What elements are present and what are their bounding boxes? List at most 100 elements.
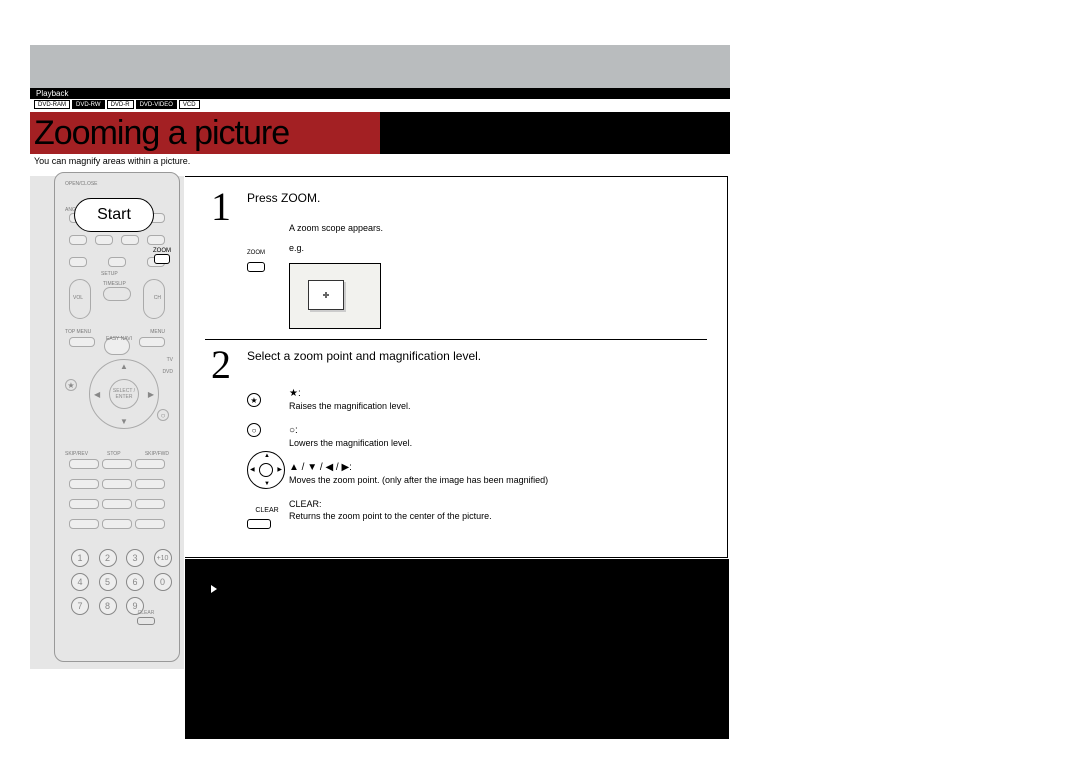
rc-easynavi-l: EASY NAVI: [105, 337, 133, 342]
clear-mini-label: CLEAR: [255, 507, 278, 514]
remote-panel: OPEN/CLOSE ANGLE SUBTITLE: [30, 176, 184, 669]
step-divider: [205, 339, 707, 340]
rc-dvd-l: DVD: [162, 369, 173, 375]
rc-openclose: OPEN/CLOSE: [65, 181, 98, 187]
rc-slowrev: [69, 519, 99, 529]
rc-pill: [69, 235, 87, 245]
rc-numpad: 1 2 3 +10 4 5 6 0 7 8 9: [71, 549, 177, 615]
rc-zoom-button-icon: [154, 254, 170, 264]
rc-circ: ○: [157, 409, 169, 421]
arrow-left-icon: ◀: [94, 390, 100, 399]
star-text: Raises the magnification level.: [289, 401, 411, 411]
dpad-icon: ▲▼◀▶: [247, 451, 285, 489]
rc-num-plus10: +10: [154, 549, 172, 567]
rc-num-4: 4: [71, 573, 89, 591]
header-gray-band: [30, 45, 730, 88]
tag-dvdram: DVD-RAM: [34, 100, 70, 109]
step-1: 1 Press ZOOM.: [211, 187, 707, 227]
step-1-title: Press ZOOM.: [247, 187, 707, 205]
rc-skipfwd-l: SKIP/FWD: [145, 451, 169, 457]
rc-num-5: 5: [99, 573, 117, 591]
rc-skiprev: [69, 459, 99, 469]
circ-text: Lowers the magnification level.: [289, 438, 412, 448]
step-2-title: Select a zoom point and magnification le…: [247, 345, 707, 363]
instruction-panel: 1 Press ZOOM. A zoom scope appears. ZOOM…: [185, 176, 728, 558]
rc-zoom-callout: ZOOM: [150, 248, 174, 264]
tv-frame-icon: [289, 263, 381, 329]
media-tags: DVD-RAM DVD-RW DVD-R DVD-VIDEO VCD: [34, 100, 200, 109]
remote-outline: OPEN/CLOSE ANGLE SUBTITLE: [54, 172, 180, 662]
arrows-text: Moves the zoom point. (only after the im…: [289, 475, 548, 485]
rc-tv-l: TV: [167, 357, 173, 363]
section-label: Playback: [36, 89, 68, 98]
notes-arrow-icon: [211, 585, 217, 593]
rc-fwd: [135, 479, 165, 489]
rc-num-6: 6: [126, 573, 144, 591]
step-2-icons: ★ ○ ▲▼◀▶ CLEAR: [247, 387, 287, 529]
tv-scope-icon: [308, 280, 344, 310]
rc-dpad: SELECT / ENTER ▲ ▼ ◀ ▶: [89, 359, 159, 429]
tag-dvdvideo: DVD-VIDEO: [136, 100, 177, 109]
clear-label: CLEAR:: [289, 499, 322, 509]
rc-rev: [69, 479, 99, 489]
rc-pill: [108, 257, 126, 267]
rc-vol-label: VOL: [73, 295, 83, 301]
rc-ch-label: CH: [154, 295, 161, 301]
rc-chpdivide: [135, 519, 165, 529]
header-strip: [30, 88, 730, 99]
arrow-right-icon: ▶: [148, 390, 154, 399]
step-1-number: 1: [211, 187, 243, 227]
rc-menu-l: MENU: [150, 329, 165, 335]
step-1-appears: A zoom scope appears.: [289, 223, 383, 233]
rc-pill: [121, 235, 139, 245]
star-label: ★:: [289, 388, 301, 399]
page-subtitle: You can magnify areas within a picture.: [34, 156, 190, 166]
rc-clear: CLEAR: [137, 610, 155, 625]
rc-num-8: 8: [99, 597, 117, 615]
rc-topmenu-l: TOP MENU: [65, 329, 91, 335]
rc-num-2: 2: [99, 549, 117, 567]
rc-topmenu: [69, 337, 95, 347]
step-2-number: 2: [211, 345, 243, 385]
notes-box: [185, 559, 729, 739]
zoom-mini: ZOOM: [247, 241, 277, 277]
rc-play: [102, 479, 132, 489]
page-title: Zooming a picture: [30, 114, 289, 153]
main-content: OPEN/CLOSE ANGLE SUBTITLE: [30, 176, 730, 669]
circ-label: ○:: [289, 425, 298, 436]
star-button-icon: ★: [247, 393, 261, 407]
rc-star: ★: [65, 379, 77, 391]
rc-pill: [69, 257, 87, 267]
rc-num-3: 3: [126, 549, 144, 567]
tag-vcd: VCD: [179, 100, 200, 109]
rc-skipfwd: [135, 459, 165, 469]
rc-stop: [102, 459, 132, 469]
rc-menu: [139, 337, 165, 347]
rc-num-7: 7: [71, 597, 89, 615]
rc-stop-l: STOP: [107, 451, 121, 457]
rc-zoom-label: ZOOM: [153, 248, 171, 254]
tag-dvdr: DVD-R: [107, 100, 134, 109]
rc-ff: [135, 499, 165, 509]
step-1-eg: e.g.: [289, 243, 304, 253]
rc-skiprev-l: SKIP/REV: [65, 451, 88, 457]
rc-adjust: [102, 519, 132, 529]
zoom-mini-icon: [247, 262, 265, 272]
clear-mini: CLEAR: [247, 499, 287, 529]
title-band: Zooming a picture: [30, 112, 730, 154]
rc-timeslip-l: TIMESLIP: [103, 281, 126, 287]
rc-pause: [102, 499, 132, 509]
rc-num-0: 0: [154, 573, 172, 591]
rc-rec: [69, 499, 99, 509]
clear-mini-icon: [247, 519, 271, 529]
tv-preview: [289, 257, 381, 329]
arrow-down-icon: ▼: [120, 417, 128, 426]
rc-pill: [147, 235, 165, 245]
zoom-mini-label: ZOOM: [247, 250, 265, 256]
arrow-up-icon: ▲: [120, 362, 128, 371]
tag-dvdrw: DVD-RW: [72, 100, 105, 109]
rc-select-enter: SELECT / ENTER: [109, 379, 139, 409]
step-2: 2 Select a zoom point and magnification …: [211, 345, 707, 385]
rc-timeslip: [103, 287, 131, 301]
rc-pill: [95, 235, 113, 245]
